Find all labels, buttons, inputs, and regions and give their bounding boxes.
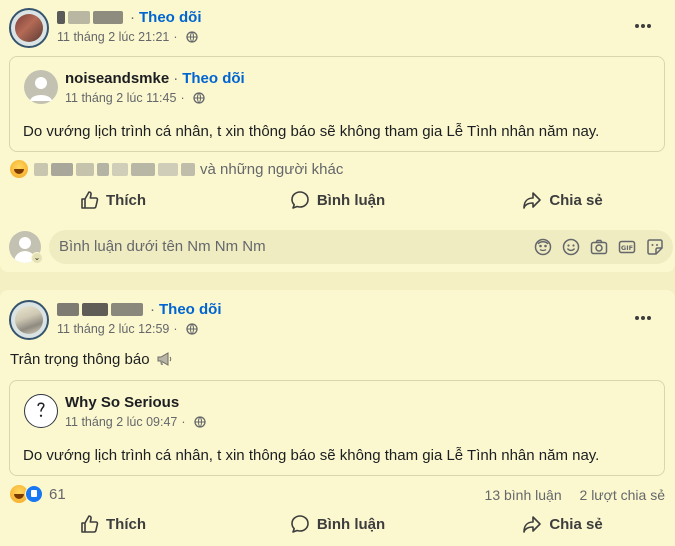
blurred-name bbox=[68, 11, 90, 24]
shared-author-name[interactable]: Why So Serious bbox=[65, 394, 179, 411]
shared-meta: 11 tháng 2 lúc 09:47 · bbox=[65, 415, 206, 429]
comment-input[interactable]: Bình luận dưới tên Nm Nm Nm GIF bbox=[49, 230, 673, 264]
comment-button[interactable]: Bình luận bbox=[225, 184, 450, 216]
more-options-icon[interactable] bbox=[633, 16, 653, 36]
comment-tools: GIF bbox=[525, 237, 665, 257]
share-button[interactable]: Chia sẻ bbox=[450, 184, 675, 216]
speech-bubble-icon bbox=[291, 515, 309, 533]
separator-dot: · bbox=[130, 9, 135, 26]
shared-author-name[interactable]: noiseandsmke bbox=[65, 70, 169, 87]
comment-label: Bình luận bbox=[316, 191, 386, 209]
shared-timestamp[interactable]: 11 tháng 2 lúc 09:47 bbox=[65, 415, 177, 429]
shared-meta: 11 tháng 2 lúc 11:45 · bbox=[65, 91, 205, 105]
thumbs-up-icon bbox=[81, 191, 99, 209]
comments-count[interactable]: 13 bình luận bbox=[485, 487, 562, 503]
like-button[interactable]: Thích bbox=[0, 508, 225, 540]
share-button[interactable]: Chia sẻ bbox=[450, 508, 675, 540]
post-actions: Thích Bình luận Chia sẻ bbox=[0, 508, 675, 540]
share-label: Chia sẻ bbox=[549, 515, 603, 533]
reaction-count: 61 bbox=[49, 485, 66, 503]
haha-reaction-icon bbox=[10, 160, 28, 178]
separator-dot: · bbox=[173, 70, 179, 87]
post-header: · Theo dõi 11 tháng 2 lúc 12:59 · bbox=[9, 300, 669, 342]
share-arrow-icon bbox=[523, 192, 542, 209]
shared-post-text: Do vướng lịch trình cá nhân, t xin thông… bbox=[23, 123, 600, 140]
author-name-row: · Theo dõi bbox=[57, 301, 222, 318]
blurred-name bbox=[111, 303, 143, 316]
news-feed: · Theo dõi 11 tháng 2 lúc 21:21 · noisea… bbox=[0, 0, 675, 546]
gif-icon[interactable]: GIF bbox=[617, 237, 637, 257]
blurred-reactor-names bbox=[34, 162, 198, 176]
shared-post[interactable]: Why So Serious 11 tháng 2 lúc 09:47 · Do… bbox=[9, 380, 665, 476]
engagement-counts: 13 bình luận 2 lượt chia sẻ bbox=[485, 487, 665, 503]
megaphone-icon bbox=[157, 352, 171, 366]
blurred-name bbox=[57, 303, 79, 316]
share-label: Chia sẻ bbox=[549, 191, 603, 209]
timestamp[interactable]: 11 tháng 2 lúc 21:21 bbox=[57, 30, 169, 44]
comment-button[interactable]: Bình luận bbox=[225, 508, 450, 540]
separator-dot: · bbox=[173, 30, 178, 44]
like-reaction-icon bbox=[25, 485, 43, 503]
shared-timestamp[interactable]: 11 tháng 2 lúc 11:45 bbox=[65, 91, 176, 105]
comment-composer: ⌄ Bình luận dưới tên Nm Nm Nm GIF bbox=[9, 230, 673, 264]
shared-author-avatar[interactable] bbox=[24, 394, 58, 428]
comment-placeholder: Bình luận dưới tên Nm Nm Nm bbox=[59, 238, 266, 255]
reactions-summary[interactable]: 61 bbox=[10, 485, 66, 503]
reactions-others[interactable]: và những người khác bbox=[200, 161, 343, 178]
follow-link[interactable]: Theo dõi bbox=[139, 9, 202, 26]
globe-icon bbox=[193, 416, 206, 428]
author-avatar[interactable] bbox=[9, 300, 49, 340]
globe-icon bbox=[185, 323, 198, 335]
like-label: Thích bbox=[106, 515, 146, 533]
separator-dot: · bbox=[180, 91, 185, 105]
post-header: · Theo dõi 11 tháng 2 lúc 21:21 · bbox=[9, 8, 669, 50]
more-options-icon[interactable] bbox=[633, 308, 653, 328]
comment-label: Bình luận bbox=[316, 515, 386, 533]
separator-dot: · bbox=[150, 301, 155, 318]
post-caption: Trân trọng thông báo bbox=[10, 350, 173, 368]
avatar-sticker-icon[interactable] bbox=[533, 237, 553, 257]
author-avatar[interactable] bbox=[9, 8, 49, 48]
shared-post[interactable]: noiseandsmke · Theo dõi 11 tháng 2 lúc 1… bbox=[9, 56, 665, 152]
post-meta: 11 tháng 2 lúc 21:21 · bbox=[57, 30, 198, 44]
separator-dot: · bbox=[173, 322, 178, 336]
shared-post-text: Do vướng lịch trình cá nhân, t xin thông… bbox=[23, 447, 600, 464]
shared-author-row: Why So Serious bbox=[65, 394, 179, 411]
caption-text: Trân trọng thông báo bbox=[10, 350, 150, 368]
blurred-name bbox=[93, 11, 123, 24]
blurred-name bbox=[82, 303, 108, 316]
globe-icon bbox=[192, 92, 205, 104]
post-actions: Thích Bình luận Chia sẻ bbox=[0, 184, 675, 216]
separator-dot: · bbox=[181, 415, 186, 429]
reactions-summary[interactable]: và những người khác bbox=[10, 160, 343, 178]
camera-icon[interactable] bbox=[589, 237, 609, 257]
globe-icon bbox=[185, 31, 198, 43]
chevron-down-icon[interactable]: ⌄ bbox=[31, 252, 43, 264]
author-name-row: · Theo dõi bbox=[57, 9, 202, 26]
svg-text:GIF: GIF bbox=[621, 244, 633, 252]
shared-author-avatar[interactable] bbox=[24, 70, 58, 104]
follow-link[interactable]: Theo dõi bbox=[159, 301, 222, 318]
shares-count[interactable]: 2 lượt chia sẻ bbox=[580, 487, 665, 503]
post-card: · Theo dõi 11 tháng 2 lúc 12:59 · Trân t… bbox=[0, 290, 675, 546]
shared-author-row: noiseandsmke · Theo dõi bbox=[65, 70, 245, 87]
blurred-name bbox=[57, 11, 65, 24]
like-label: Thích bbox=[106, 191, 146, 209]
like-button[interactable]: Thích bbox=[0, 184, 225, 216]
share-arrow-icon bbox=[523, 516, 542, 533]
smiley-icon[interactable] bbox=[561, 237, 581, 257]
post-card: · Theo dõi 11 tháng 2 lúc 21:21 · noisea… bbox=[0, 0, 675, 272]
sticker-icon[interactable] bbox=[645, 237, 665, 257]
timestamp[interactable]: 11 tháng 2 lúc 12:59 bbox=[57, 322, 169, 336]
thumbs-up-icon bbox=[81, 515, 99, 533]
follow-link[interactable]: Theo dõi bbox=[182, 70, 245, 87]
speech-bubble-icon bbox=[291, 191, 309, 209]
post-meta: 11 tháng 2 lúc 12:59 · bbox=[57, 322, 198, 336]
